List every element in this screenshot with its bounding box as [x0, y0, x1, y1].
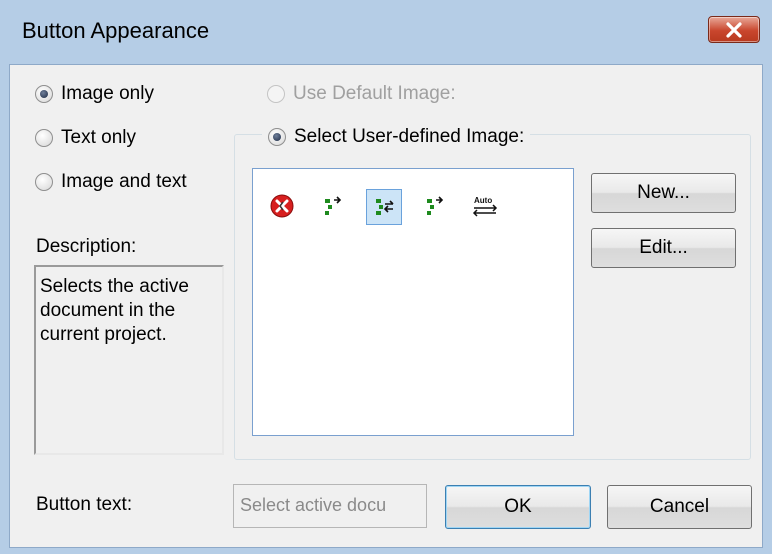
window-title: Button Appearance	[22, 18, 210, 43]
radio-image-only[interactable]: Image only	[35, 83, 154, 105]
delete-red-x-icon	[270, 194, 294, 218]
radio-indicator	[35, 129, 53, 147]
radio-label: Text only	[61, 127, 136, 148]
radio-image-and-text[interactable]: Image and text	[35, 171, 187, 193]
icon-cell[interactable]: Auto	[468, 189, 504, 225]
tree-add-alt-icon	[427, 196, 444, 215]
radio-select-user-defined-image[interactable]: Select User-defined Image:	[262, 126, 531, 148]
new-button[interactable]: New...	[591, 173, 736, 213]
title-bar[interactable]: Button Appearance	[0, 0, 772, 64]
icon-list[interactable]: Auto	[252, 168, 574, 436]
radio-label: Image only	[61, 83, 154, 104]
radio-use-default-image[interactable]: Use Default Image:	[267, 83, 456, 105]
radio-indicator	[268, 128, 286, 146]
icon-cell[interactable]	[366, 189, 402, 225]
close-icon	[726, 22, 742, 38]
radio-text-only[interactable]: Text only	[35, 127, 136, 149]
tree-sync-icon	[376, 199, 394, 215]
icon-cell[interactable]	[417, 189, 453, 225]
button-text-field[interactable]: Select active docu	[233, 484, 427, 528]
tree-add-icon	[325, 196, 342, 215]
cancel-button[interactable]: Cancel	[607, 485, 752, 529]
auto-caption: Auto	[474, 196, 492, 205]
description-text: Selects the active document in the curre…	[34, 265, 224, 455]
description-label: Description:	[36, 236, 137, 257]
icon-cell[interactable]	[315, 189, 351, 225]
radio-indicator	[35, 173, 53, 191]
close-button[interactable]	[708, 16, 760, 43]
button-text-label: Button text:	[36, 494, 133, 515]
radio-label: Select User-defined Image:	[294, 126, 525, 147]
button-appearance-dialog: Button Appearance Image only Text only I…	[0, 0, 772, 554]
icon-cell[interactable]	[265, 189, 301, 225]
radio-label: Use Default Image:	[293, 83, 456, 104]
ok-button[interactable]: OK	[445, 485, 591, 529]
radio-indicator	[267, 85, 285, 103]
radio-label: Image and text	[61, 171, 187, 192]
edit-button[interactable]: Edit...	[591, 228, 736, 268]
radio-indicator	[35, 85, 53, 103]
auto-sync-icon: Auto	[472, 196, 498, 217]
